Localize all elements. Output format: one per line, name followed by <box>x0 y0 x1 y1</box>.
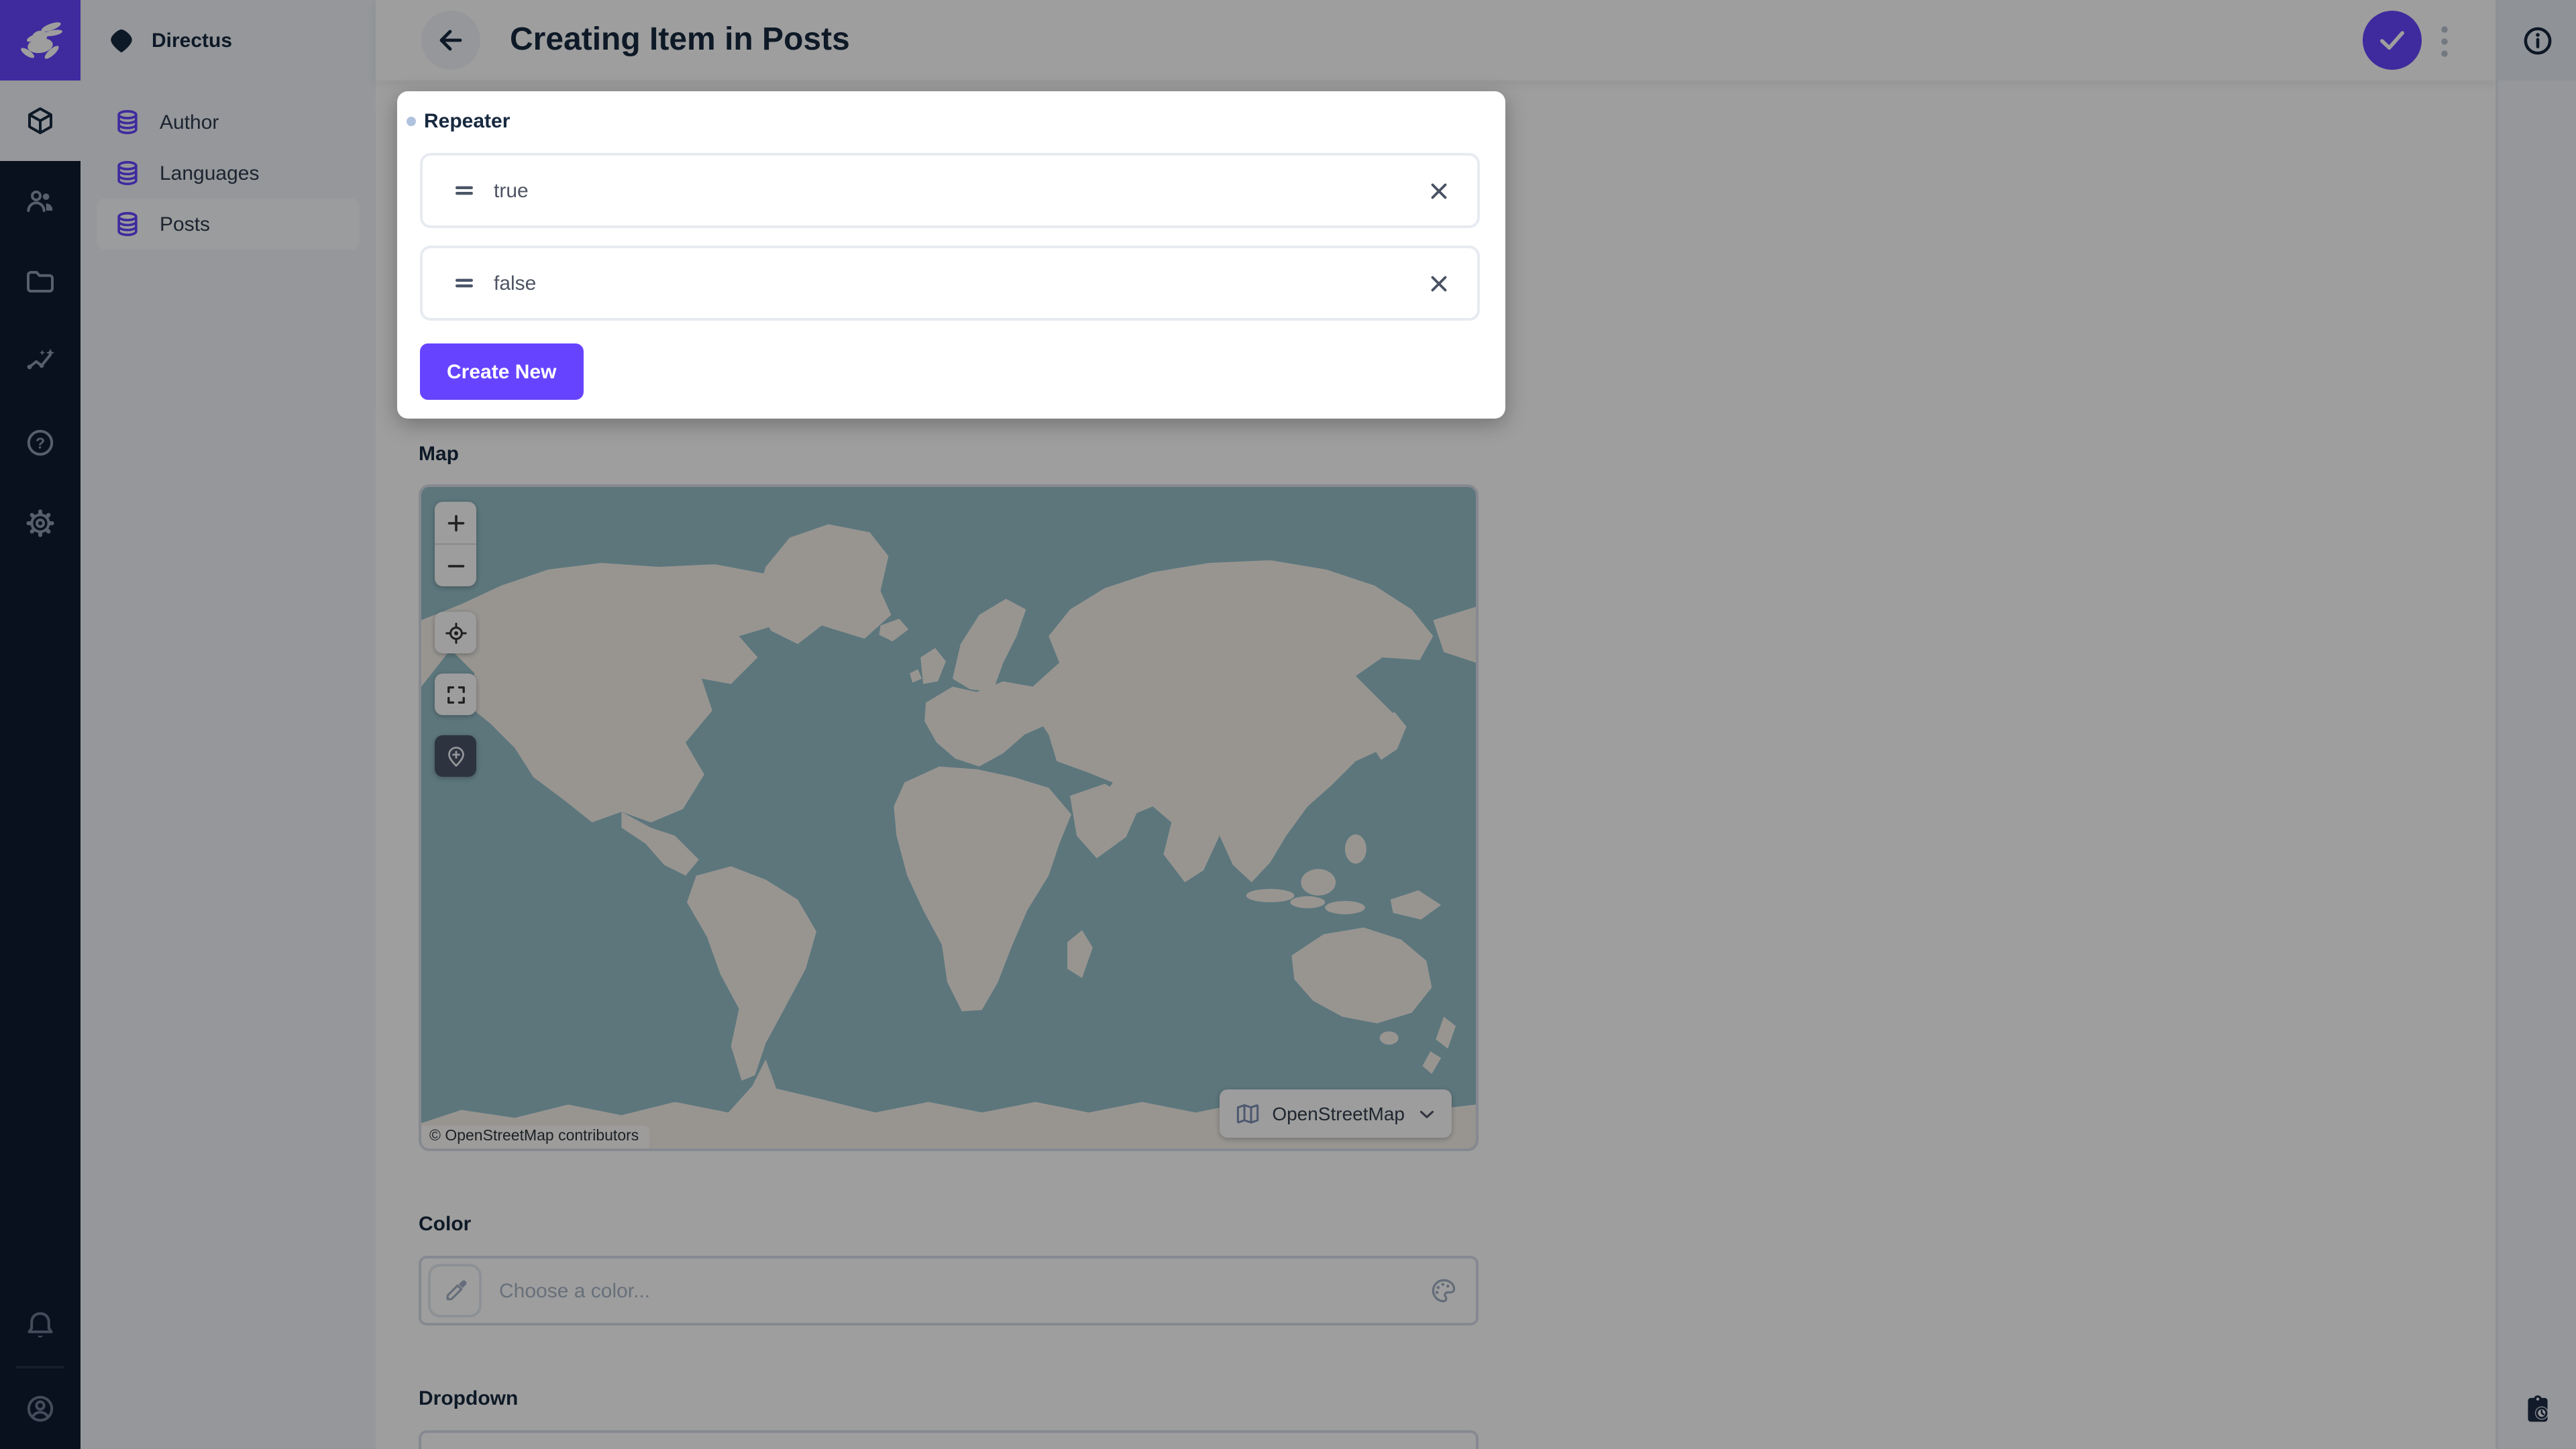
close-icon <box>1426 178 1451 203</box>
repeater-field-label: Repeater <box>424 110 510 133</box>
repeater-popup: Repeater true false Crea <box>397 91 1505 419</box>
repeater-label-row: Repeater <box>407 107 1483 136</box>
field-edited-dot <box>407 117 416 126</box>
app-window: ? <box>0 0 2576 1449</box>
close-icon <box>1426 270 1451 296</box>
create-new-button[interactable]: Create New <box>420 343 583 400</box>
drag-handle-icon[interactable] <box>451 177 478 204</box>
remove-item-button[interactable] <box>1422 174 1454 207</box>
repeater-item[interactable]: true <box>420 153 1480 228</box>
repeater-item-value: false <box>494 272 1422 294</box>
remove-item-button[interactable] <box>1422 267 1454 299</box>
repeater-item-value: true <box>494 179 1422 202</box>
repeater-item[interactable]: false <box>420 246 1480 321</box>
drag-handle-icon[interactable] <box>451 270 478 297</box>
